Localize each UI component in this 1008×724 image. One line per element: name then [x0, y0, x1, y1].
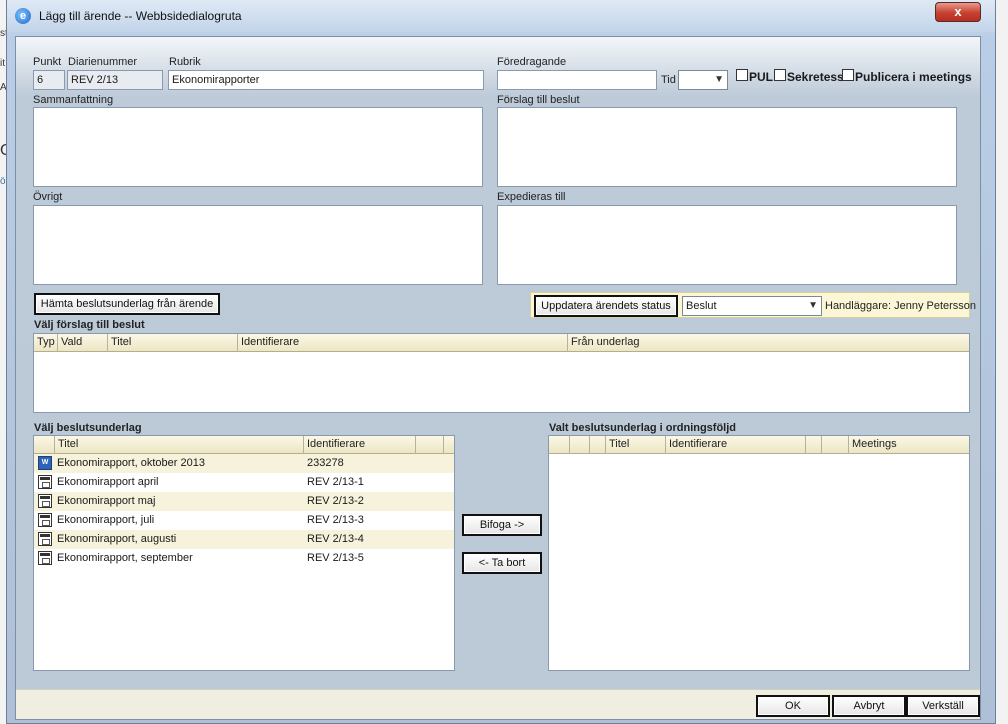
ovrigt-textarea[interactable] — [33, 205, 483, 285]
punkt-label: Punkt — [33, 56, 62, 68]
ie-icon: e — [15, 8, 31, 24]
row-id: REV 2/13-1 — [307, 476, 364, 488]
close-button[interactable]: x — [935, 2, 981, 22]
valt-grid[interactable]: Titel Identifierare Meetings — [548, 435, 970, 671]
table-row[interactable]: Ekonomirapport maj REV 2/13-2 — [34, 492, 454, 511]
col-icon[interactable] — [34, 436, 55, 454]
valt-grid-header: Titel Identifierare Meetings — [549, 436, 969, 454]
row-titel: Ekonomirapport, augusti — [57, 533, 177, 545]
dialog-content: Punkt Diarienummer Rubrik Föredragande 6… — [15, 36, 981, 720]
dialog-window: e Lägg till ärende -- Webbsidedialogruta… — [6, 0, 996, 724]
col-titel[interactable]: Titel — [108, 334, 238, 352]
underlag-grid[interactable]: Titel Identifierare W Ekonomirapport, ok… — [33, 435, 455, 671]
col-titel[interactable]: Titel — [55, 436, 304, 454]
form-panel: Punkt Diarienummer Rubrik Föredragande 6… — [16, 37, 980, 689]
forslag-grid[interactable]: Typ Vald Titel Identifierare Från underl… — [33, 333, 970, 413]
verkstall-button[interactable]: Verkställ — [906, 695, 980, 717]
status-box: Uppdatera ärendets status Beslut ▼ Handl… — [530, 292, 976, 318]
rubrik-label: Rubrik — [169, 56, 201, 68]
document-icon — [38, 475, 52, 489]
row-id: REV 2/13-3 — [307, 514, 364, 526]
row-id: 233278 — [307, 457, 344, 469]
tid-label: Tid — [661, 74, 676, 86]
chevron-down-icon: ▼ — [714, 74, 724, 85]
expedieras-label: Expedieras till — [497, 191, 566, 203]
bg-fragment: ö — [0, 176, 6, 187]
document-icon — [38, 513, 52, 527]
col-extra-1[interactable] — [416, 436, 444, 454]
pul-label: PUL — [749, 70, 773, 84]
footer-bar: OK Avbryt Verkställ — [16, 689, 980, 719]
table-row[interactable]: Ekonomirapport, augusti REV 2/13-4 — [34, 530, 454, 549]
underlag-grid-title: Välj beslutsunderlag — [34, 422, 142, 434]
title-bar[interactable]: e Lägg till ärende -- Webbsidedialogruta… — [7, 0, 995, 32]
avbryt-button[interactable]: Avbryt — [832, 695, 906, 717]
foredragande-label: Föredragande — [497, 56, 567, 68]
sekretess-checkbox[interactable] — [774, 69, 786, 81]
col-3[interactable] — [590, 436, 606, 454]
foredragande-field[interactable] — [497, 70, 657, 90]
row-titel: Ekonomirapport april — [57, 476, 159, 488]
col-identifierare[interactable]: Identifierare — [304, 436, 416, 454]
ovrigt-label: Övrigt — [33, 191, 63, 203]
publicera-label: Publicera i meetings — [855, 70, 972, 84]
chevron-down-icon: ▼ — [808, 300, 818, 311]
table-row[interactable]: Ekonomirapport, juli REV 2/13-3 — [34, 511, 454, 530]
publicera-checkbox[interactable] — [842, 69, 854, 81]
forslag-grid-header: Typ Vald Titel Identifierare Från underl… — [34, 334, 969, 352]
table-row[interactable]: Ekonomirapport april REV 2/13-1 — [34, 473, 454, 492]
uppdatera-status-button[interactable]: Uppdatera ärendets status — [534, 295, 678, 317]
status-value: Beslut — [686, 300, 717, 312]
hamta-beslutsunderlag-button[interactable]: Hämta beslutsunderlag från ärende — [34, 293, 220, 315]
tid-select[interactable]: ▼ — [678, 70, 728, 90]
row-titel: Ekonomirapport, oktober 2013 — [57, 457, 205, 469]
bifoga-button[interactable]: Bifoga -> — [462, 514, 542, 536]
row-titel: Ekonomirapport, september — [57, 552, 193, 564]
col-6[interactable] — [806, 436, 822, 454]
diarienummer-label: Diarienummer — [68, 56, 138, 68]
window-title: Lägg till ärende -- Webbsidedialogruta — [39, 9, 242, 23]
rubrik-field[interactable]: Ekonomirapporter — [168, 70, 484, 90]
col-7[interactable] — [822, 436, 849, 454]
col-meetings[interactable]: Meetings — [849, 436, 969, 454]
row-id: REV 2/13-5 — [307, 552, 364, 564]
table-row[interactable]: Ekonomirapport, september REV 2/13-5 — [34, 549, 454, 568]
forslag-grid-title: Välj förslag till beslut — [34, 319, 145, 331]
diarienummer-field[interactable]: REV 2/13 — [67, 70, 163, 90]
col-identifierare[interactable]: Identifierare — [238, 334, 568, 352]
forslag-textarea[interactable] — [497, 107, 957, 187]
sammanfattning-textarea[interactable] — [33, 107, 483, 187]
status-select[interactable]: Beslut ▼ — [682, 296, 822, 316]
document-icon — [38, 494, 52, 508]
row-id: REV 2/13-4 — [307, 533, 364, 545]
handlaggare-text: Handläggare: Jenny Petersson — [825, 300, 977, 312]
underlag-grid-header: Titel Identifierare — [34, 436, 454, 454]
ok-button[interactable]: OK — [756, 695, 830, 717]
row-titel: Ekonomirapport, juli — [57, 514, 155, 526]
document-icon — [38, 532, 52, 546]
col-1[interactable] — [549, 436, 570, 454]
col-titel[interactable]: Titel — [606, 436, 666, 454]
col-identifierare[interactable]: Identifierare — [666, 436, 806, 454]
col-vald[interactable]: Vald — [58, 334, 108, 352]
punkt-field[interactable]: 6 — [33, 70, 65, 90]
col-2[interactable] — [570, 436, 590, 454]
col-extra-2[interactable] — [444, 436, 454, 454]
valt-grid-title: Valt beslutsunderlag i ordningsföljd — [549, 422, 737, 434]
table-row[interactable]: W Ekonomirapport, oktober 2013 233278 — [34, 454, 454, 473]
word-document-icon: W — [38, 456, 52, 470]
pul-checkbox[interactable] — [736, 69, 748, 81]
ta-bort-button[interactable]: <- Ta bort — [462, 552, 542, 574]
document-icon — [38, 551, 52, 565]
forslag-label: Förslag till beslut — [497, 94, 580, 106]
sekretess-label: Sekretess — [787, 70, 844, 84]
row-id: REV 2/13-2 — [307, 495, 364, 507]
col-fran-underlag[interactable]: Från underlag — [568, 334, 969, 352]
bg-fragment: it — [0, 58, 5, 69]
row-titel: Ekonomirapport maj — [57, 495, 156, 507]
expedieras-textarea[interactable] — [497, 205, 957, 285]
col-typ[interactable]: Typ — [34, 334, 58, 352]
sammanfattning-label: Sammanfattning — [33, 94, 114, 106]
